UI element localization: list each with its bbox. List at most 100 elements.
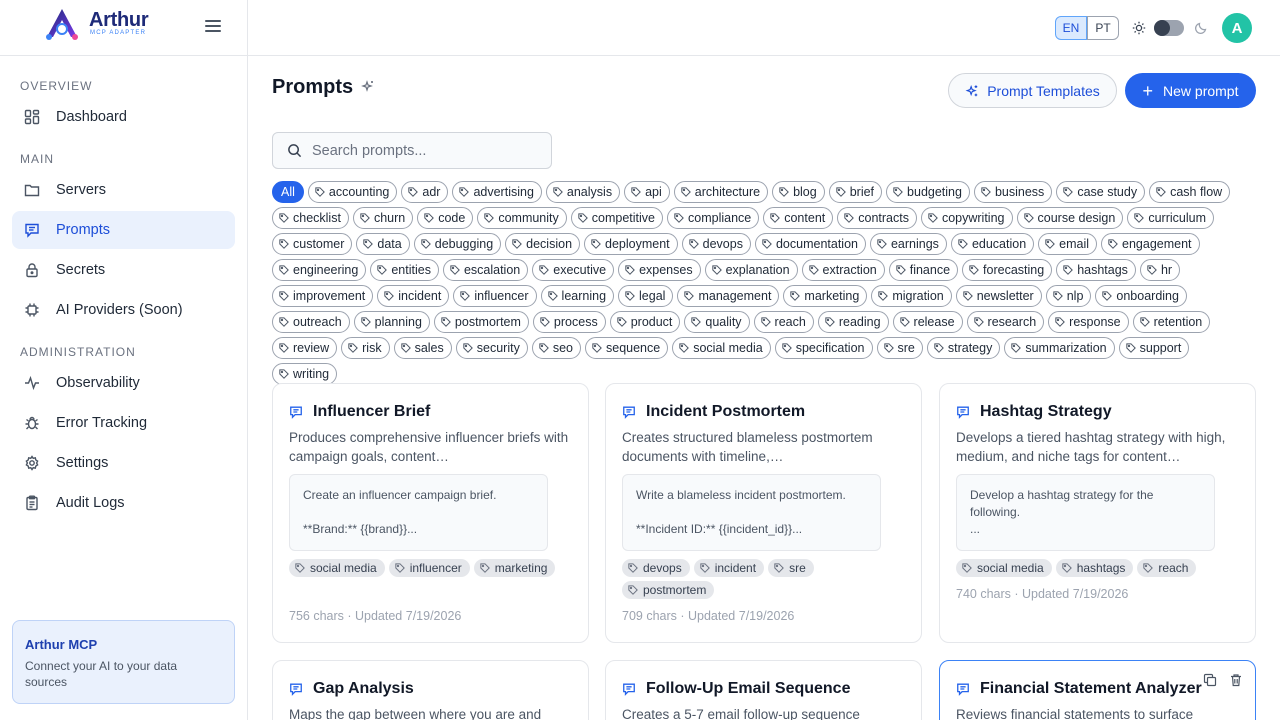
tag-filter[interactable]: decision [505,233,581,255]
sidebar-item-servers[interactable]: Servers [12,171,235,209]
prompt-card[interactable]: Hashtag Strategy Develops a tiered hashta… [939,383,1256,643]
tag-filter[interactable]: explanation [704,259,798,281]
tag-filter[interactable]: contracts [837,207,917,229]
card-tag[interactable]: marketing [473,559,556,577]
card-tag[interactable]: influencer [388,559,470,577]
tag-filter[interactable]: writing [272,363,338,385]
tag-filter[interactable]: blog [772,181,825,203]
sidebar-item-dashboard[interactable]: Dashboard [12,98,235,136]
copy-icon[interactable] [1203,673,1217,687]
tag-filter[interactable]: extraction [801,259,885,281]
tag-filter[interactable]: engineering [272,259,367,281]
sidebar-item-audit-logs[interactable]: Audit Logs [12,484,235,522]
tag-filter[interactable]: research [966,311,1045,333]
tag-filter[interactable]: sales [393,337,452,359]
tag-filter[interactable]: marketing [783,285,868,307]
tag-filter[interactable]: reading [817,311,889,333]
tag-filter[interactable]: hr [1139,259,1181,281]
tag-filter[interactable]: checklist [272,207,349,229]
tag-filter[interactable]: cash flow [1149,181,1231,203]
prompt-card[interactable]: Gap Analysis Maps the gap between where y… [272,660,589,720]
tag-filter[interactable]: newsletter [955,285,1042,307]
tag-filter[interactable]: strategy [926,337,1001,359]
prompt-templates-button[interactable]: Prompt Templates [948,73,1117,108]
tag-filter[interactable]: forecasting [962,259,1053,281]
tag-filter[interactable]: incident [377,285,450,307]
tag-filter[interactable]: compliance [667,207,760,229]
card-tag[interactable]: postmortem [622,581,715,599]
sidebar-item-ai-providers[interactable]: AI Providers (Soon) [12,291,235,329]
tag-filter[interactable]: analysis [545,181,621,203]
tag-filter[interactable]: nlp [1045,285,1092,307]
card-tag[interactable]: devops [622,559,690,577]
language-en-button[interactable]: EN [1055,16,1087,40]
tag-filter[interactable]: influencer [453,285,537,307]
tag-filter[interactable]: customer [272,233,353,255]
theme-toggle[interactable] [1154,20,1184,36]
prompt-card[interactable]: Influencer Brief Produces comprehensive i… [272,383,589,643]
tag-filter[interactable]: sequence [585,337,669,359]
tag-filter[interactable]: devops [681,233,751,255]
tag-filter[interactable]: legal [618,285,674,307]
card-tag[interactable]: hashtags [1055,559,1134,577]
tag-filter[interactable]: support [1118,337,1190,359]
tag-filter[interactable]: documentation [754,233,866,255]
menu-toggle-icon[interactable] [205,20,221,34]
tag-filter[interactable]: process [532,311,606,333]
sidebar-item-settings[interactable]: Settings [12,444,235,482]
tag-filter[interactable]: email [1038,233,1098,255]
tag-filter[interactable]: outreach [272,311,350,333]
tag-filter[interactable]: debugging [413,233,502,255]
tag-filter[interactable]: competitive [570,207,663,229]
prompt-card[interactable]: Financial Statement Analyzer Reviews fina… [939,660,1256,720]
tag-filter[interactable]: advertising [452,181,542,203]
card-tag[interactable]: social media [289,559,385,577]
tag-filter[interactable]: product [609,311,681,333]
tag-filter[interactable]: entities [370,259,439,281]
sidebar-item-secrets[interactable]: Secrets [12,251,235,289]
tag-filter[interactable]: data [356,233,410,255]
tag-filter[interactable]: onboarding [1095,285,1187,307]
tag-filter[interactable]: postmortem [433,311,529,333]
new-prompt-button[interactable]: + New prompt [1125,73,1256,108]
tag-filter[interactable]: adr [401,181,449,203]
tag-filter[interactable]: architecture [673,181,769,203]
tag-filter[interactable]: sre [876,337,923,359]
language-pt-button[interactable]: PT [1087,16,1119,40]
tag-filter[interactable]: budgeting [886,181,970,203]
card-tag[interactable]: incident [693,559,765,577]
sidebar-item-observability[interactable]: Observability [12,364,235,402]
tag-filter[interactable]: specification [774,337,873,359]
tag-filter[interactable]: hashtags [1056,259,1136,281]
tag-filter[interactable]: finance [888,259,959,281]
tag-filter[interactable]: quality [684,311,750,333]
tag-filter[interactable]: security [455,337,528,359]
tag-filter[interactable]: business [973,181,1053,203]
sparkle-icon[interactable] [360,79,376,95]
tag-filter[interactable]: content [763,207,834,229]
tag-filter[interactable]: seo [531,337,581,359]
trash-icon[interactable] [1229,673,1243,687]
tag-filter[interactable]: summarization [1004,337,1115,359]
tag-filter[interactable]: social media [672,337,771,359]
tag-filter[interactable]: planning [353,311,430,333]
prompt-card[interactable]: Incident Postmortem Creates structured bl… [605,383,922,643]
tag-filter[interactable]: brief [828,181,883,203]
user-avatar[interactable]: A [1222,13,1252,43]
tag-filter[interactable]: case study [1056,181,1146,203]
tag-filter[interactable]: improvement [272,285,374,307]
tag-filter[interactable]: curriculum [1127,207,1214,229]
tag-filter[interactable]: risk [341,337,390,359]
tag-filter[interactable]: engagement [1101,233,1200,255]
tag-filter[interactable]: retention [1132,311,1211,333]
tag-filter[interactable]: code [417,207,474,229]
card-tag[interactable]: reach [1137,559,1197,577]
card-tag[interactable]: social media [956,559,1052,577]
tag-filter[interactable]: escalation [442,259,529,281]
tag-filter[interactable]: churn [352,207,414,229]
tag-filter-all[interactable]: All [272,181,304,203]
tag-filter[interactable]: response [1048,311,1129,333]
tag-filter[interactable]: management [677,285,780,307]
search-input[interactable] [312,142,532,159]
tag-filter[interactable]: deployment [584,233,678,255]
